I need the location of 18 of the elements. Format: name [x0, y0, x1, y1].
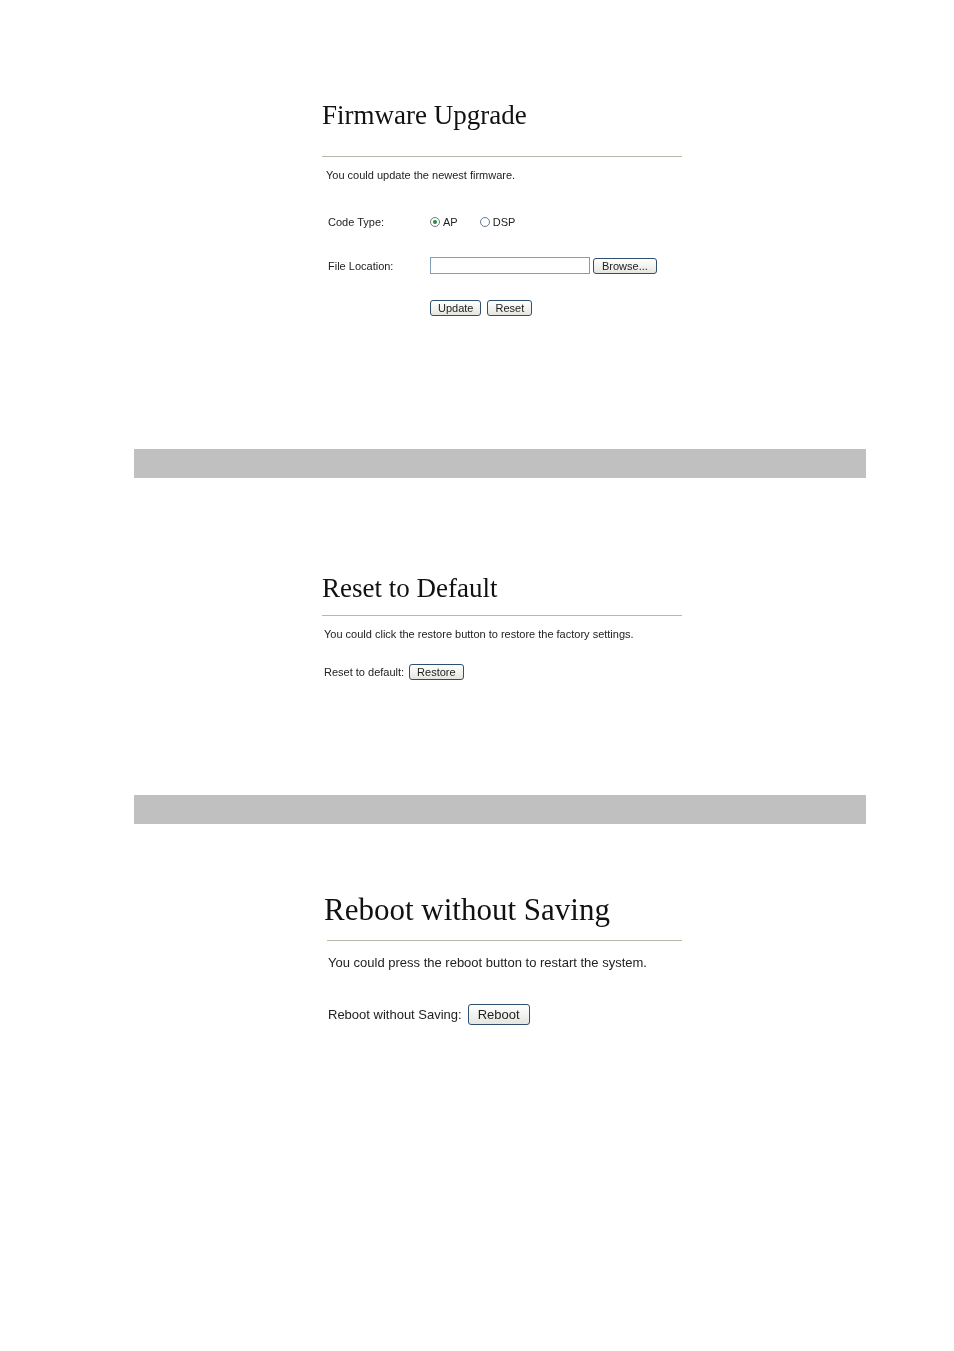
section-title: Reboot without Saving: [324, 892, 611, 928]
radio-option[interactable]: DSP: [479, 216, 516, 228]
reset-button[interactable]: Reset: [487, 300, 533, 316]
description-text: You could update the newest firmware.: [326, 169, 517, 181]
description-text: You could press the reboot button to restart the system.: [328, 955, 648, 970]
restore-button[interactable]: Restore: [409, 664, 464, 680]
reset-label: Reset to default:: [324, 666, 405, 678]
file-location-label: File Location:: [328, 259, 395, 272]
reboot-label: Reboot without Saving:: [328, 1007, 462, 1022]
update-button[interactable]: Update: [430, 300, 482, 316]
section-title: Reset to Default: [322, 573, 499, 604]
section-title: Firmware Upgrade: [322, 100, 528, 131]
file-input-field[interactable]: [430, 257, 590, 274]
description-text: You could click the restore button to restore the factory settings.: [324, 628, 635, 640]
browse-button[interactable]: Browse...: [593, 257, 657, 274]
code-type-label: Code Type:: [328, 216, 386, 228]
reboot-button[interactable]: Reboot: [467, 1004, 530, 1025]
radio-option[interactable]: AP: [430, 216, 458, 228]
